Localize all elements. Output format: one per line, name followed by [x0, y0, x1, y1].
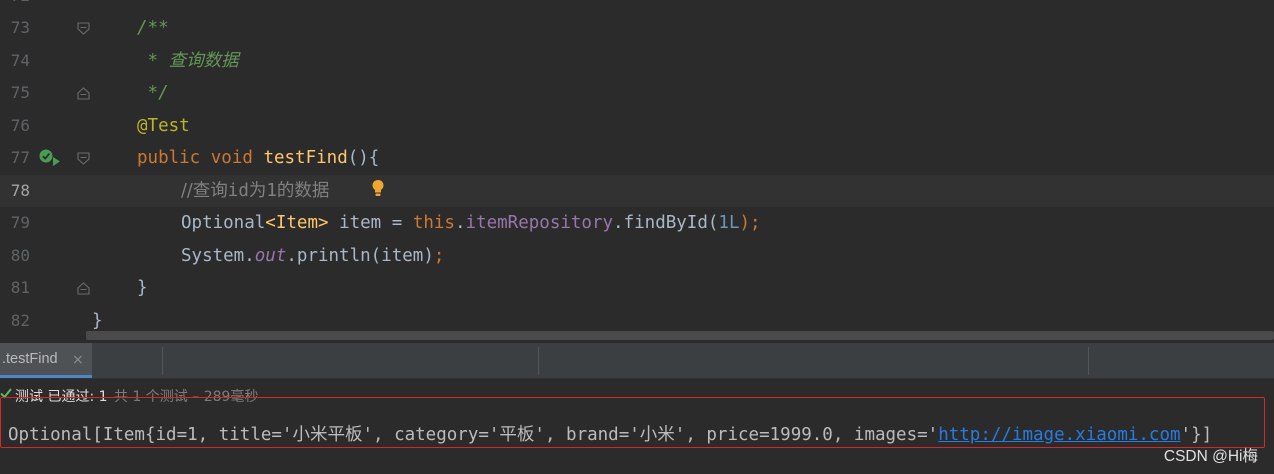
- fold-end-icon[interactable]: [76, 281, 91, 296]
- doc-comment-body: * 查询数据: [137, 45, 239, 77]
- line-number: 78: [10, 181, 30, 200]
- method-declaration: public void testFind(){: [137, 142, 379, 174]
- line-number: 81: [10, 278, 30, 297]
- toolbar-divider: [538, 347, 539, 375]
- output-text: Optional[Item{id=1, title='小米平板', catego…: [8, 425, 939, 445]
- method-parens: (){: [347, 148, 380, 168]
- doc-comment-text: 查询数据: [168, 51, 239, 71]
- class-ref: System.: [181, 246, 255, 266]
- line-number: 82: [10, 311, 30, 330]
- run-test-icon[interactable]: [38, 148, 62, 168]
- doc-asterisk: *: [137, 51, 169, 71]
- line-number: 72: [0, 0, 30, 12]
- code-line: 74 * 查询数据: [0, 45, 1274, 77]
- comment-part: 的数据: [276, 181, 330, 201]
- comment-part: 1: [266, 181, 277, 201]
- line-number: 80: [10, 246, 30, 265]
- dot: .: [454, 213, 466, 233]
- line-number: 77: [10, 148, 30, 167]
- close-icon[interactable]: ×: [72, 352, 84, 368]
- code-editor[interactable]: 72 73 /** 74 * 查询数据 75 */ 76 @Test 77 pu…: [0, 0, 1274, 343]
- semicolon: ;: [433, 246, 445, 266]
- line-number: 73: [10, 18, 30, 37]
- line-number: 76: [10, 116, 30, 135]
- type-name: Optional: [181, 213, 266, 233]
- code-line: 72: [0, 0, 1274, 12]
- method-call: .findById(: [613, 213, 719, 233]
- test-annotation: @Test: [137, 116, 190, 136]
- comment-part: //查询: [181, 181, 228, 201]
- type-argument: <Item>: [265, 213, 340, 233]
- fold-start-icon[interactable]: [76, 21, 91, 36]
- horizontal-scrollbar[interactable]: [86, 331, 1274, 340]
- code-line: 73 /**: [0, 12, 1274, 44]
- console-output[interactable]: Optional[Item{id=1, title='小米平板', catego…: [0, 397, 1274, 474]
- code-line: 76 @Test: [0, 110, 1274, 142]
- line-comment: //查询id为1的数据: [181, 175, 329, 207]
- tab-test-find[interactable]: .testFind ×: [0, 343, 92, 378]
- tab-label: .testFind: [2, 351, 58, 367]
- number-literal: 1L: [718, 213, 740, 233]
- lightbulb-icon[interactable]: [370, 178, 386, 200]
- modifiers: public void: [137, 148, 264, 168]
- toolbar-divider: [1088, 347, 1089, 375]
- statement-find: Optional<Item> item = this.itemRepositor…: [181, 207, 761, 239]
- code-line: 81 }: [0, 272, 1274, 304]
- line-number: 74: [10, 51, 30, 70]
- doc-comment-close: */: [137, 83, 169, 103]
- fold-start-icon[interactable]: [76, 151, 91, 166]
- code-line: 75 */: [0, 77, 1274, 109]
- comment-part: 为: [248, 181, 267, 201]
- line-number: 75: [10, 83, 30, 102]
- console-line: Optional[Item{id=1, title='小米平板', catego…: [8, 422, 1212, 448]
- statement-end: );: [739, 213, 761, 233]
- toolbar-divider: [162, 347, 163, 375]
- comment-part: id: [227, 181, 249, 201]
- image-url-link[interactable]: http://image.xiaomi.com: [938, 425, 1180, 445]
- code-line: 80 System.out.println(item);: [0, 240, 1274, 272]
- code-line-current: 78 //查询id为1的数据: [0, 175, 1274, 207]
- this-keyword: this: [412, 213, 455, 233]
- method-name: testFind: [263, 148, 348, 168]
- println-call: .println(item): [286, 246, 434, 266]
- line-number: 79: [10, 213, 30, 232]
- fold-end-icon[interactable]: [76, 86, 91, 101]
- method-close-brace: }: [137, 278, 148, 298]
- run-tool-window-header: .testFind ×: [0, 343, 1274, 379]
- code-line: 79 Optional<Item> item = this.itemReposi…: [0, 207, 1274, 239]
- output-text-end: '}]: [1180, 425, 1213, 445]
- watermark: CSDN @Hi梅: [1163, 448, 1258, 465]
- variable-assign: item =: [339, 213, 413, 233]
- code-line: 77 public void testFind(){: [0, 142, 1274, 174]
- doc-comment-open: /**: [137, 18, 169, 38]
- statement-print: System.out.println(item);: [181, 240, 444, 272]
- field-reference: itemRepository: [465, 213, 614, 233]
- static-field: out: [254, 246, 287, 266]
